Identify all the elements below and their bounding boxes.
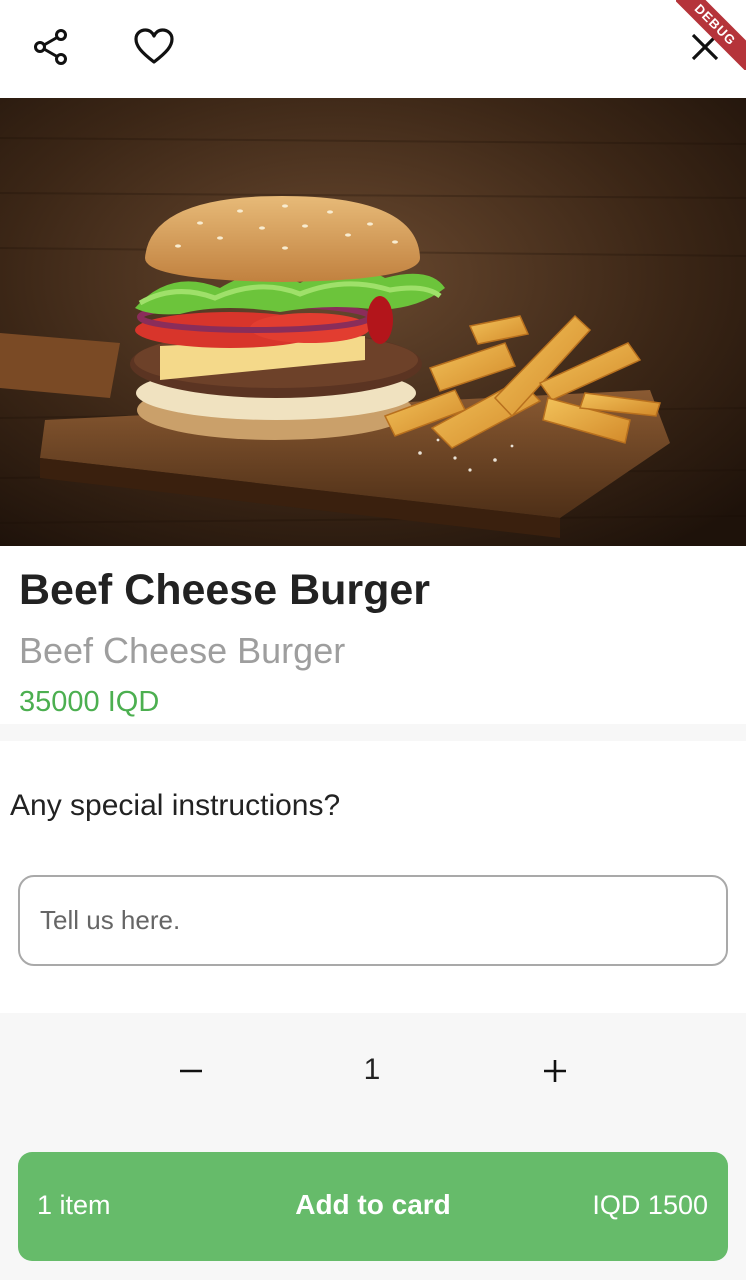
cart-total: IQD 1500 bbox=[592, 1190, 708, 1220]
section-divider bbox=[0, 724, 746, 741]
product-price: 35000 IQD bbox=[19, 686, 160, 718]
plus-icon bbox=[544, 1060, 566, 1082]
quantity-value: 1 bbox=[363, 1053, 381, 1086]
decrease-quantity-button[interactable] bbox=[165, 1045, 217, 1097]
share-icon bbox=[34, 29, 67, 65]
product-subtitle: Beef Cheese Burger bbox=[19, 630, 346, 671]
add-to-cart-button[interactable]: 1 item Add to card IQD 1500 bbox=[18, 1152, 728, 1261]
debug-banner: DEBUG bbox=[676, 0, 746, 70]
minus-icon bbox=[180, 1069, 202, 1073]
debug-ribbon-container: DEBUG bbox=[676, 0, 746, 70]
instructions-input[interactable] bbox=[18, 875, 728, 966]
top-bar: DEBUG bbox=[0, 0, 746, 98]
burger-and-fries-photo bbox=[0, 98, 746, 546]
product-image bbox=[0, 98, 746, 546]
heart-icon bbox=[134, 28, 174, 64]
product-name: Beef Cheese Burger bbox=[19, 566, 431, 614]
instructions-label: Any special instructions? bbox=[10, 789, 341, 822]
share-button[interactable] bbox=[27, 23, 75, 71]
increase-quantity-button[interactable] bbox=[529, 1045, 581, 1097]
favorite-button[interactable] bbox=[130, 23, 178, 71]
